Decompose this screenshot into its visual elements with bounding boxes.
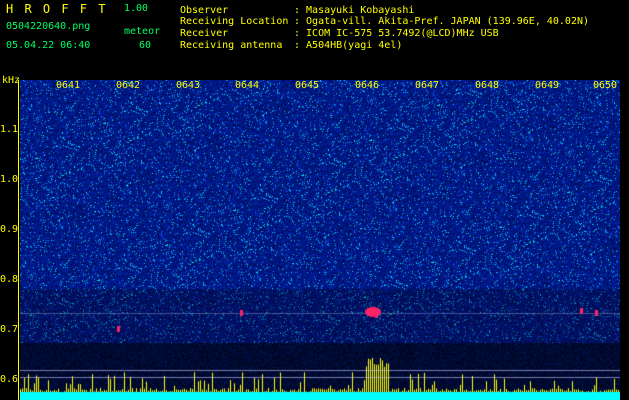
observer-label: Observer [180,5,229,16]
freq-tick: 0.8 [0,274,19,285]
observer-value: : Masayuki Kobayashi [294,5,415,16]
count-label: meteor [124,26,161,37]
time-tick: 0646 [355,80,380,91]
freq-tick: 0.7 [0,324,19,335]
count-value: 60 [139,40,152,51]
app-version: 1.00 [124,3,149,14]
freq-tick: 1.0 [0,174,19,185]
app-title: H R O F F T [6,2,108,16]
time-tick: 0641 [56,80,81,91]
time-tick: 0650 [593,80,618,91]
antenna-value: : A504HB(yagi 4el) [294,40,403,51]
time-tick: 0648 [475,80,500,91]
freq-axis-line [18,80,19,400]
freq-tick: 0.6 [0,374,19,385]
freq-tick: 1.1 [0,124,19,135]
time-tick: 0649 [535,80,560,91]
time-tick: 0642 [116,80,141,91]
location-value: : Ogata-vill. Akita-Pref. JAPAN (139.96E… [294,16,590,27]
time-tick: 0647 [415,80,440,91]
location-label: Receiving Location [180,16,289,27]
time-tick: 0645 [295,80,320,91]
file-name: 0504220640.png [6,21,91,32]
time-tick: 0644 [235,80,260,91]
receiver-label: Receiver [180,28,229,39]
date-time: 05.04.22 06:40 [6,40,91,51]
freq-tick: 0.9 [0,224,19,235]
spectrogram [20,80,620,400]
time-tick: 0643 [176,80,201,91]
receiver-value: : ICOM IC-575 53.7492(@LCD)MHz USB [294,28,499,39]
antenna-label: Receiving antenna [180,40,283,51]
screen: { "app": { "title": "H R O F F T", "vers… [0,0,629,400]
